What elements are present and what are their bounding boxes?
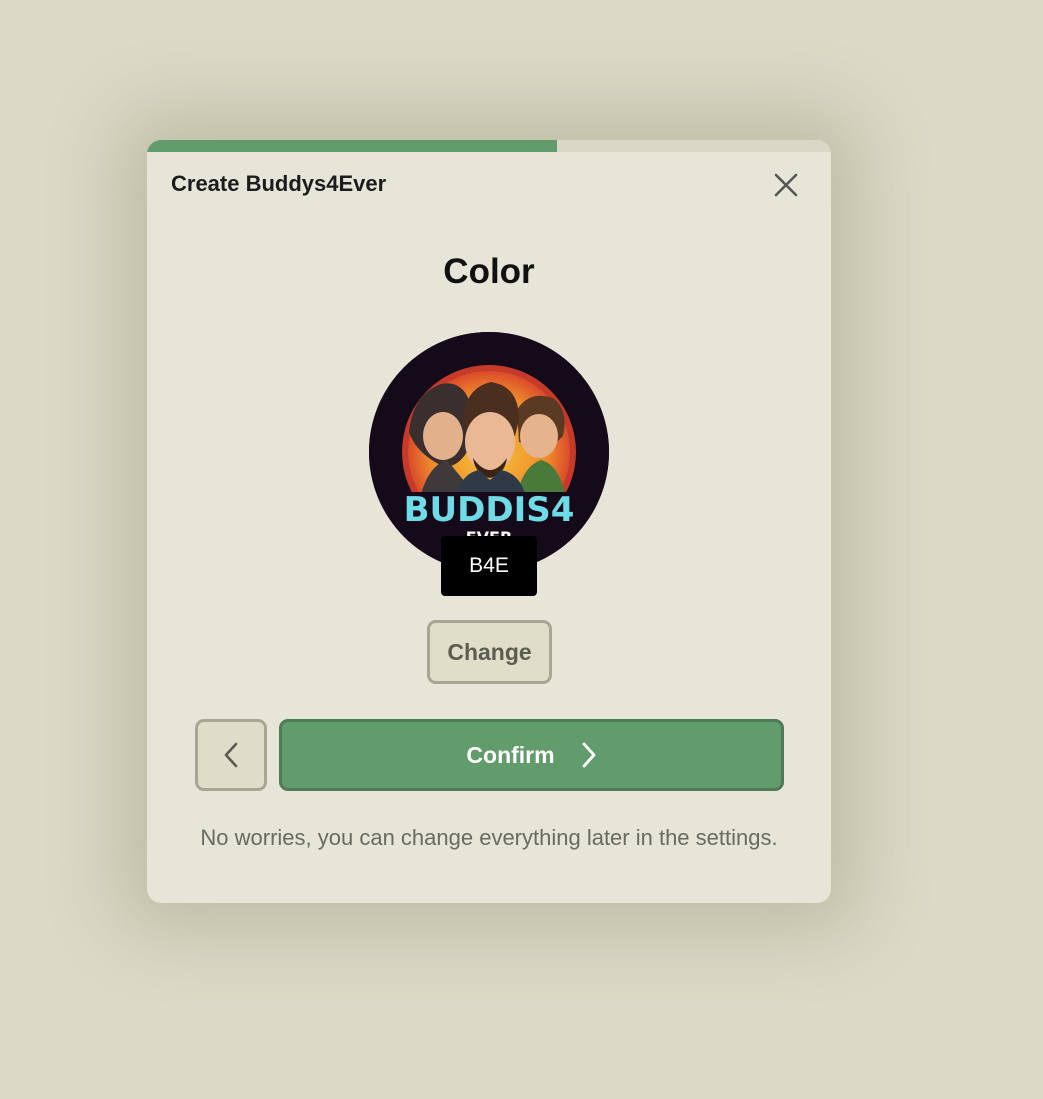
chevron-left-icon bbox=[224, 742, 238, 768]
step-heading: Color bbox=[443, 252, 535, 291]
confirm-label: Confirm bbox=[466, 741, 555, 768]
create-dialog: Create Buddys4Ever Color BUDDIS4 B4E Cha… bbox=[147, 140, 831, 903]
confirm-button[interactable]: Confirm bbox=[279, 719, 784, 791]
initials-badge: B4E bbox=[441, 536, 537, 596]
change-color-button[interactable]: Change bbox=[427, 620, 552, 684]
progress-bar bbox=[147, 140, 831, 152]
back-button[interactable] bbox=[195, 719, 267, 791]
logo-wordmark: BUDDIS4 bbox=[403, 490, 575, 530]
progress-fill bbox=[147, 140, 558, 152]
dialog-title: Create Buddys4Ever bbox=[171, 171, 387, 196]
close-button[interactable] bbox=[769, 168, 803, 202]
footer-note: No worries, you can change everything la… bbox=[200, 825, 778, 850]
chevron-right-icon bbox=[582, 742, 595, 768]
close-icon bbox=[774, 173, 798, 197]
